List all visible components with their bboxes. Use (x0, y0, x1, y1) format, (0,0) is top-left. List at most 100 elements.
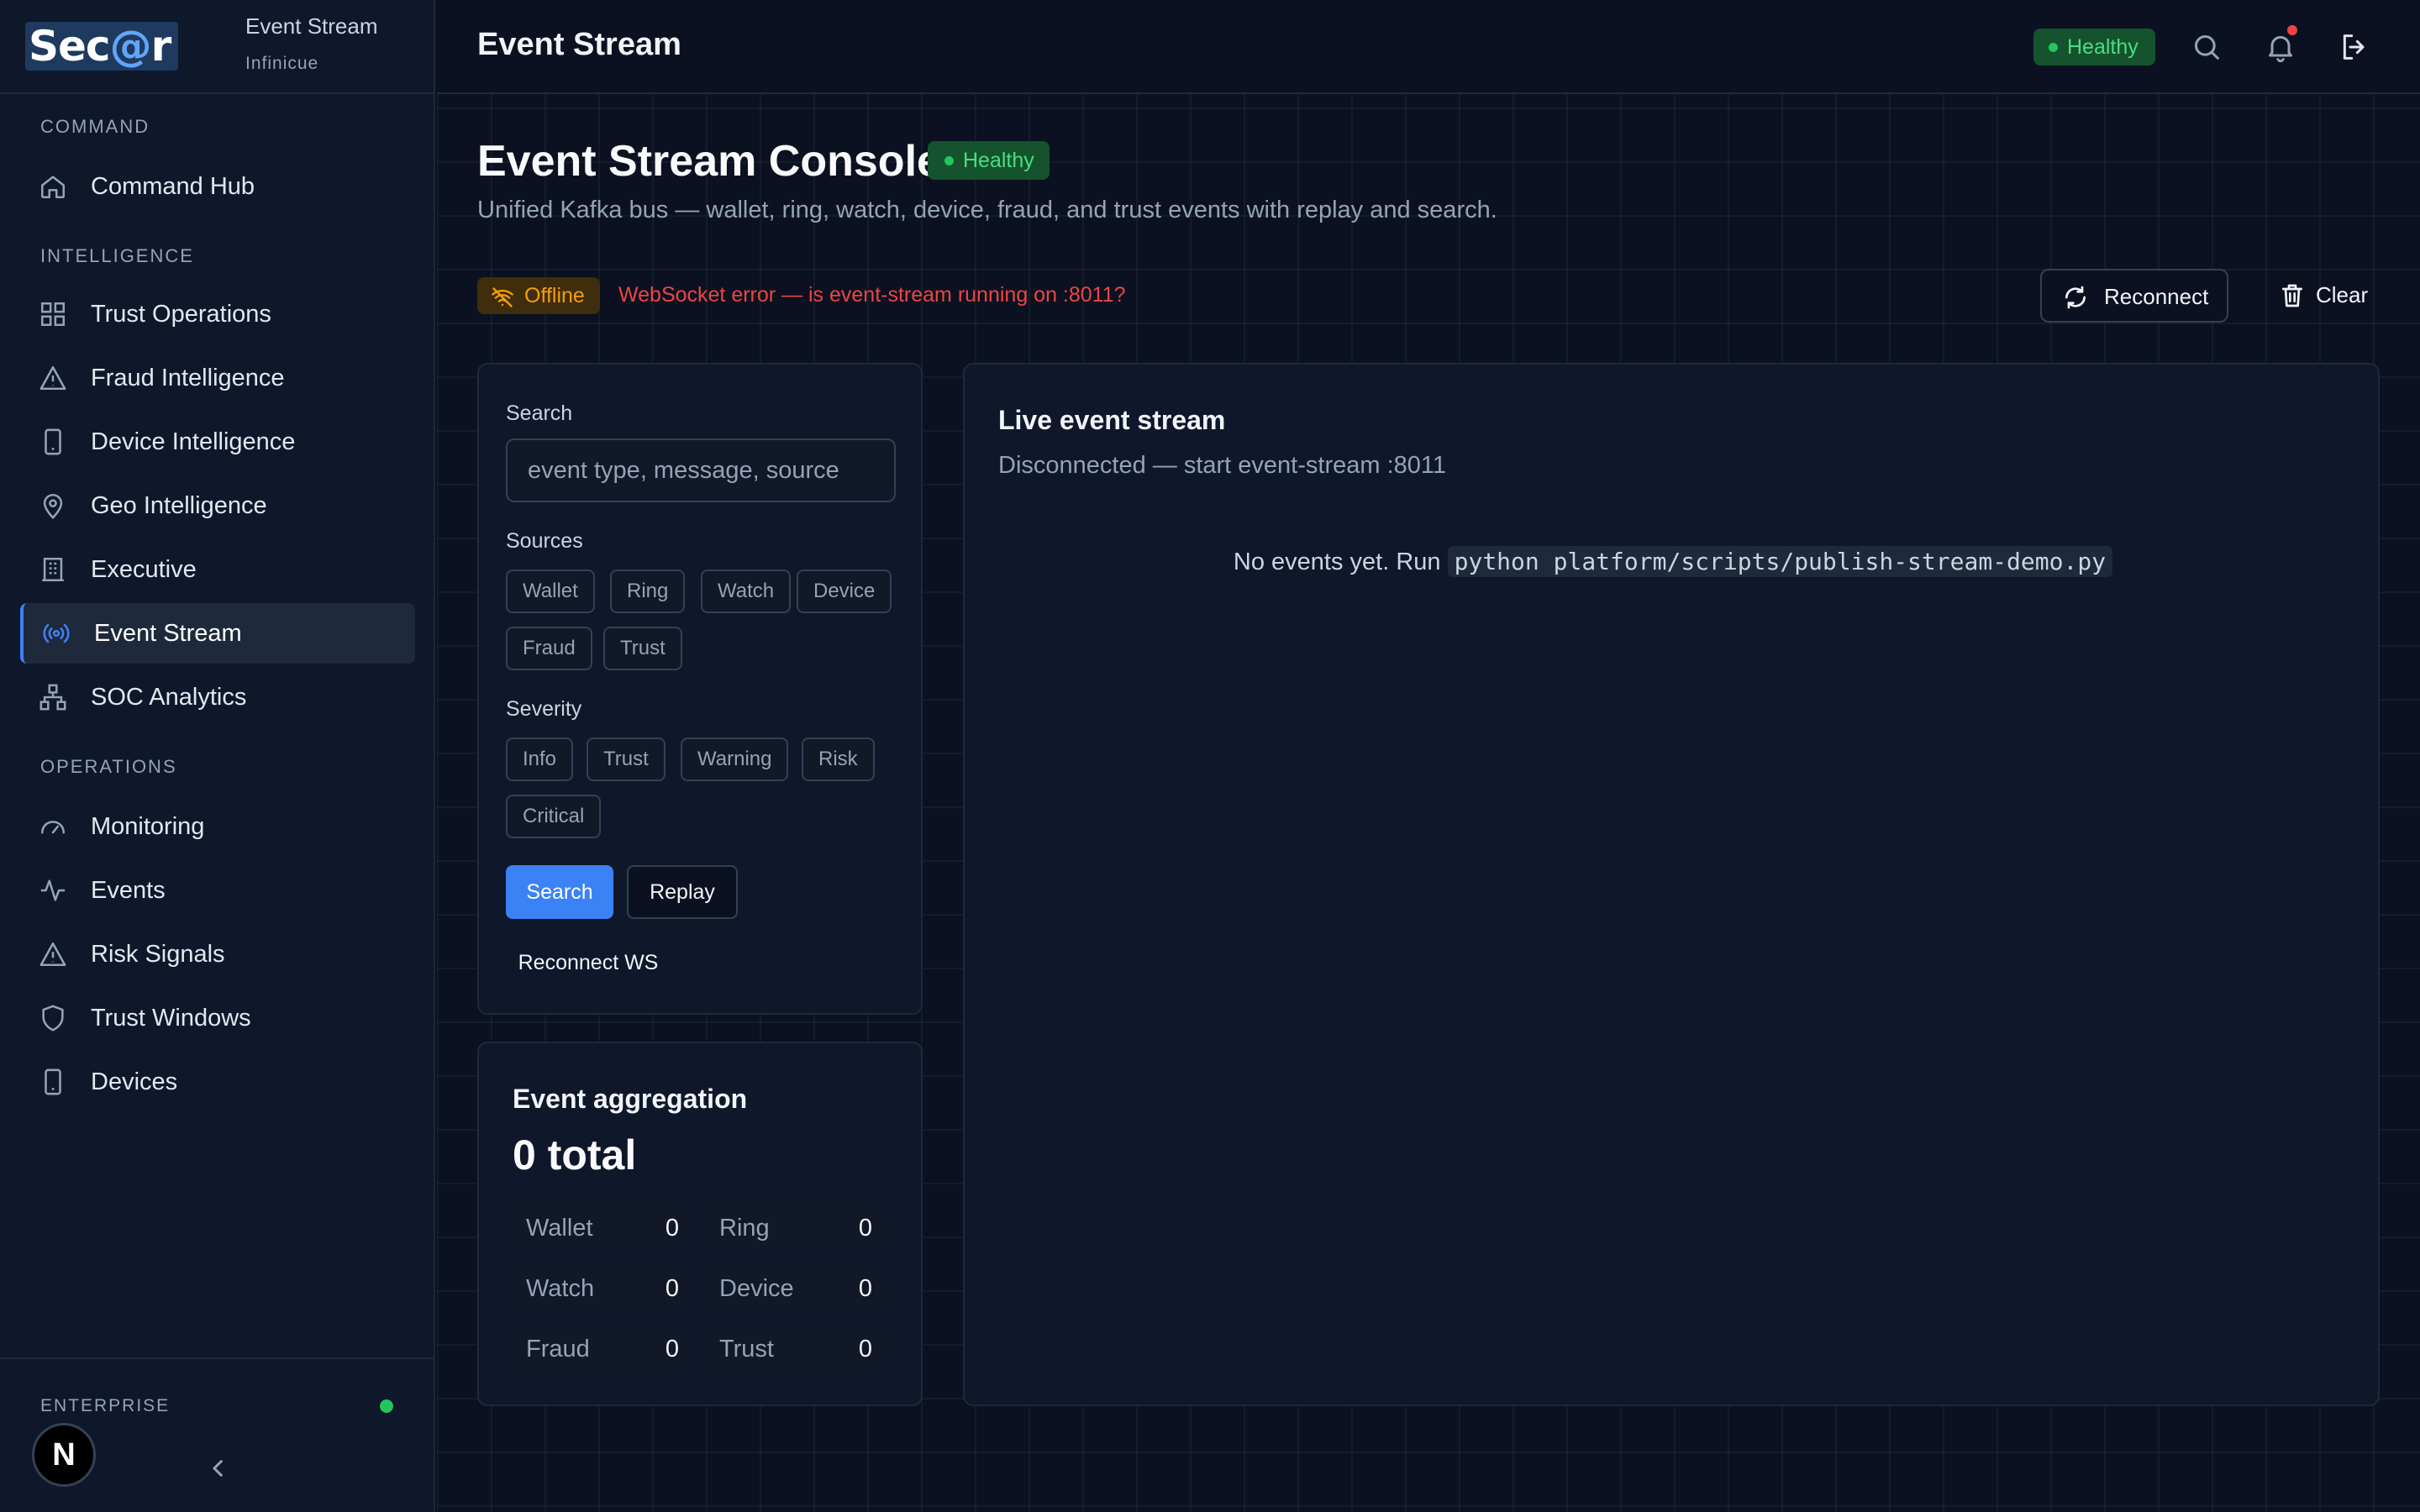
reconnect-button[interactable]: Reconnect (2040, 269, 2228, 323)
sidebar-item-label: SOC Analytics (91, 683, 247, 711)
clear-label: Clear (2316, 282, 2369, 307)
avatar[interactable]: N (32, 1423, 96, 1487)
brand-title: Event Stream (245, 13, 378, 39)
search-button[interactable]: Search (506, 865, 613, 919)
stream-title: Live event stream (998, 405, 1226, 435)
offline-badge: Offline (477, 277, 600, 314)
severity-chip-risk[interactable]: Risk (802, 738, 875, 781)
logout-icon (2338, 34, 2371, 67)
agg-cell-fraud: Fraud 0 (513, 1326, 692, 1373)
bell-icon (2264, 35, 2297, 67)
sidebar-item-geo-intelligence[interactable]: Geo Intelligence (20, 475, 415, 536)
page-title: Event Stream Console (477, 137, 941, 186)
sidebar-item-label: Event Stream (94, 619, 242, 647)
nav-section-command: COMMAND (40, 116, 150, 137)
source-chip-fraud[interactable]: Fraud (506, 627, 592, 670)
source-chip-ring[interactable]: Ring (610, 570, 686, 613)
source-chip-device[interactable]: Device (797, 570, 892, 613)
search-button[interactable] (2190, 30, 2223, 64)
stream-status: Disconnected — start event-stream :8011 (998, 452, 1446, 479)
sidebar-item-label: Trust Windows (91, 1004, 251, 1032)
replay-button[interactable]: Replay (627, 865, 738, 919)
filter-panel: Search Sources Wallet Ring Watch Device … (477, 363, 923, 1015)
sidebar-item-label: Monitoring (91, 812, 205, 840)
collapse-sidebar-button[interactable] (202, 1452, 235, 1485)
wifi-off-icon (491, 284, 514, 307)
agg-key: Watch (526, 1275, 595, 1302)
search-label: Search (506, 402, 573, 425)
page-subtitle: Unified Kafka bus — wallet, ring, watch,… (477, 197, 1497, 223)
sidebar-item-label: Events (91, 876, 166, 904)
source-chip-trust[interactable]: Trust (603, 627, 682, 670)
enterprise-label: ENTERPRISE (40, 1396, 171, 1415)
sidebar-item-device-intelligence[interactable]: Device Intelligence (20, 412, 415, 472)
clear-button[interactable]: Clear (2262, 269, 2380, 323)
demo-command: python platform/scripts/publish-stream-d… (1447, 546, 2113, 577)
agg-key: Wallet (526, 1215, 593, 1242)
sidebar-item-label: Executive (91, 555, 197, 583)
logo[interactable]: Sec@r (25, 22, 178, 71)
sidebar-item-label: Devices (91, 1068, 178, 1095)
severity-chip-warning[interactable]: Warning (681, 738, 789, 781)
status-dot (380, 1399, 393, 1413)
agg-cell-wallet: Wallet 0 (513, 1205, 692, 1252)
sidebar-item-monitoring[interactable]: Monitoring (20, 796, 415, 857)
agg-value: 0 (858, 1215, 872, 1242)
sidebar-item-devices[interactable]: Devices (20, 1052, 415, 1112)
severity-chip-trust[interactable]: Trust (587, 738, 666, 781)
sidebar-item-trust-windows[interactable]: Trust Windows (20, 988, 415, 1048)
agg-cell-trust: Trust 0 (706, 1326, 886, 1373)
notifications-button[interactable] (2264, 30, 2297, 64)
notification-dot (2287, 25, 2297, 35)
sidebar-item-fraud-intelligence[interactable]: Fraud Intelligence (20, 348, 415, 408)
aggregation-total: 0 total (513, 1131, 637, 1179)
brand-subtitle: Infinicue (245, 54, 319, 73)
sidebar-item-label: Trust Operations (91, 300, 271, 328)
websocket-error-message: WebSocket error — is event-stream runnin… (618, 283, 1126, 307)
source-chip-watch[interactable]: Watch (701, 570, 792, 613)
logout-button[interactable] (2338, 30, 2371, 64)
search-icon (2190, 35, 2223, 67)
live-event-stream-panel: Live event stream Disconnected — start e… (963, 363, 2380, 1406)
agg-cell-ring: Ring 0 (706, 1205, 886, 1252)
warning-icon (39, 364, 67, 392)
sidebar-item-trust-operations[interactable]: Trust Operations (20, 284, 415, 344)
gauge-icon (39, 812, 67, 841)
sidebar-item-soc-analytics[interactable]: SOC Analytics (20, 667, 415, 727)
trash-icon (2279, 282, 2306, 309)
agg-value: 0 (665, 1336, 679, 1362)
agg-key: Device (719, 1275, 794, 1302)
nav-section-intelligence: INTELLIGENCE (40, 245, 194, 266)
sidebar-item-events[interactable]: Events (20, 860, 415, 921)
severity-chip-critical[interactable]: Critical (506, 795, 602, 838)
sidebar: Sec@r Event Stream Infinicue COMMAND Com… (0, 0, 435, 1512)
nav-section-operations: OPERATIONS (40, 756, 177, 777)
sidebar-item-label: Command Hub (91, 172, 255, 200)
reconnect-ws-button[interactable]: Reconnect WS (506, 939, 671, 986)
event-aggregation-panel: Event aggregation 0 total Wallet 0 Ring … (477, 1042, 923, 1406)
health-badge: Healthy (2033, 29, 2155, 66)
severity-chip-info[interactable]: Info (506, 738, 574, 781)
topbar-title: Event Stream (477, 27, 681, 62)
refresh-icon (2062, 284, 2089, 311)
agg-key: Trust (719, 1336, 774, 1362)
sidebar-item-executive[interactable]: Executive (20, 539, 415, 600)
sidebar-item-command-hub[interactable]: Command Hub (20, 156, 415, 217)
sidebar-item-event-stream[interactable]: Event Stream (20, 603, 415, 664)
sidebar-item-label: Geo Intelligence (91, 491, 267, 519)
network-icon (39, 683, 67, 711)
sidebar-item-risk-signals[interactable]: Risk Signals (20, 924, 415, 984)
reconnect-label: Reconnect (2104, 284, 2209, 309)
source-chip-wallet[interactable]: Wallet (506, 570, 595, 613)
building-icon (39, 555, 67, 584)
home-icon (39, 172, 67, 201)
main-content: Event Stream Healthy Event Stream Consol… (437, 0, 2420, 1512)
grid-icon (39, 300, 67, 328)
status-badge: Healthy (928, 141, 1050, 180)
search-input[interactable] (506, 438, 896, 502)
sidebar-item-label: Risk Signals (91, 940, 225, 968)
sidebar-item-label: Fraud Intelligence (91, 364, 285, 391)
severity-label: Severity (506, 697, 582, 721)
agg-value: 0 (665, 1275, 679, 1302)
brand-header: Sec@r Event Stream Infinicue (0, 0, 434, 94)
